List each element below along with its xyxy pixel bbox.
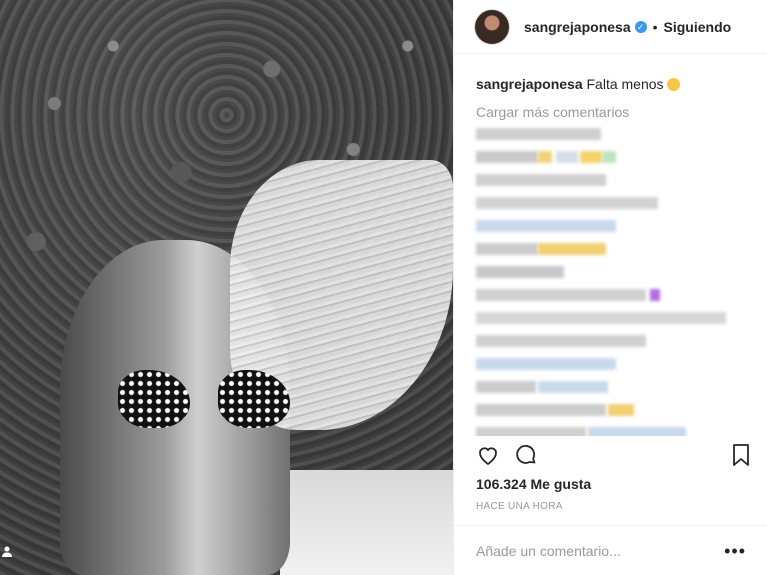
header-username[interactable]: sangrejaponesa xyxy=(524,19,631,35)
blurred-comment xyxy=(476,329,746,352)
comment-form: ••• xyxy=(454,525,767,575)
likes-number: 106.324 xyxy=(476,476,527,492)
emoji-icon xyxy=(666,78,680,91)
comments-list[interactable]: sangrejaponesa Falta menos Cargar más co… xyxy=(454,66,767,436)
header-separator: • xyxy=(652,18,658,35)
post-timestamp[interactable]: HACE UNA HORA xyxy=(476,501,563,512)
user-tag-icon[interactable] xyxy=(0,545,14,559)
load-more-comments-button[interactable]: Cargar más comentarios xyxy=(476,102,746,122)
post-header: sangrejaponesa ✓ • Siguiendo xyxy=(454,0,767,54)
blurred-comment xyxy=(476,306,746,329)
blurred-comment xyxy=(476,352,746,375)
avatar[interactable] xyxy=(474,8,510,45)
blurred-comment xyxy=(476,421,746,436)
caption-text: Falta menos xyxy=(586,76,664,92)
blurred-comment xyxy=(476,168,746,191)
more-options-icon[interactable]: ••• xyxy=(724,542,746,560)
blurred-comment xyxy=(476,237,746,260)
blurred-comment xyxy=(476,145,746,168)
heart-icon[interactable] xyxy=(476,443,502,469)
blurred-comment xyxy=(476,214,746,237)
blurred-comment xyxy=(476,122,746,145)
likes-count[interactable]: 106.324 Me gusta xyxy=(476,476,591,492)
caption-username[interactable]: sangrejaponesa xyxy=(476,76,583,92)
post-photo[interactable] xyxy=(0,0,453,575)
post-caption: sangrejaponesa Falta menos xyxy=(476,74,746,94)
blurred-comment xyxy=(476,260,746,283)
blurred-comment xyxy=(476,191,746,214)
verified-badge-icon: ✓ xyxy=(634,20,647,33)
post-actions xyxy=(476,443,751,471)
photo-background-ground xyxy=(280,470,453,575)
comment-input[interactable] xyxy=(476,542,725,559)
blurred-comment xyxy=(476,283,746,306)
likes-label: Me gusta xyxy=(530,476,592,492)
bookmark-icon[interactable] xyxy=(731,443,757,469)
blurred-comment xyxy=(476,375,746,398)
following-button[interactable]: Siguiendo xyxy=(664,19,732,35)
blurred-comment xyxy=(476,398,746,421)
comment-icon[interactable] xyxy=(514,443,540,469)
post-side-panel: sangrejaponesa ✓ • Siguiendo sangrejapon… xyxy=(453,0,767,575)
